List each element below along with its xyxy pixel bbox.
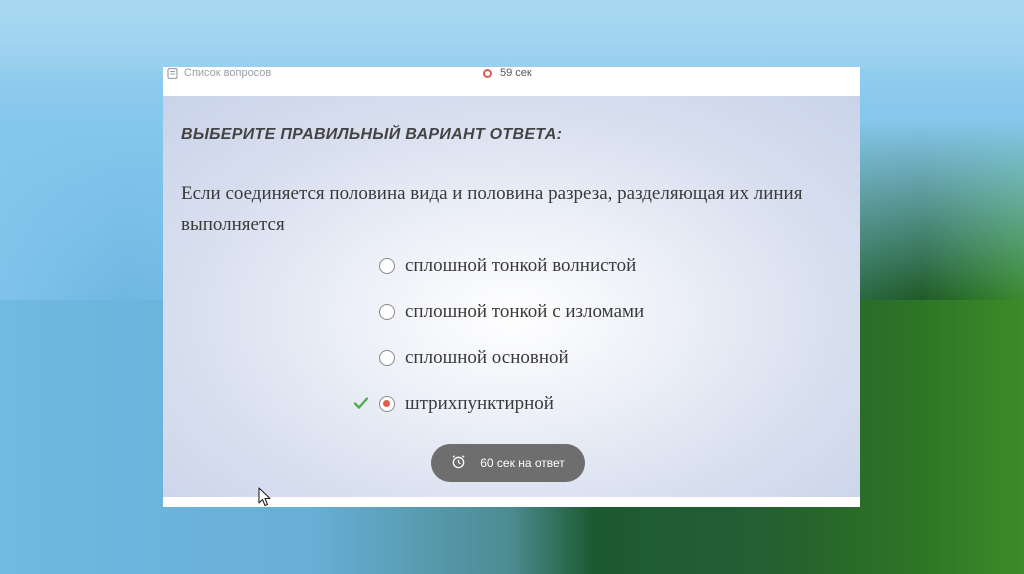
timer-ring-icon: [483, 68, 492, 78]
answer-option-label: сплошной тонкой волнистой: [405, 255, 637, 276]
quiz-heading: ВЫБЕРИТЕ ПРАВИЛЬНЫЙ ВАРИАНТ ОТВЕТА:: [181, 126, 563, 143]
quiz-topbar: Список вопросов 59 сек: [163, 67, 860, 96]
answer-option-label: штрихпунктирной: [405, 393, 554, 414]
answer-option-4[interactable]: штрихпунктирной: [353, 392, 554, 416]
question-timer: 59 сек: [483, 67, 532, 79]
answer-timer-label: 60 сек на ответ: [480, 456, 565, 470]
question-text: Если соединяется половина вида и половин…: [181, 183, 803, 235]
radio-button[interactable]: [379, 350, 395, 366]
mouse-cursor-icon: [258, 487, 272, 507]
list-icon: [167, 67, 178, 79]
answer-option-label: сплошной тонкой с изломами: [405, 301, 645, 322]
answer-timer-pill: 60 сек на ответ: [431, 444, 585, 482]
radio-button[interactable]: [379, 258, 395, 274]
answer-option-3[interactable]: сплошной основной: [379, 346, 569, 370]
slide-background-fade: [0, 0, 1024, 70]
quiz-card: ВЫБЕРИТЕ ПРАВИЛЬНЫЙ ВАРИАНТ ОТВЕТА: Если…: [163, 96, 860, 497]
answer-option-2[interactable]: сплошной тонкой с изломами: [379, 300, 644, 324]
answer-option-1[interactable]: сплошной тонкой волнистой: [379, 254, 636, 278]
quiz-screen: Список вопросов 59 сек ВЫБЕРИТЕ ПРАВИЛЬН…: [163, 67, 860, 507]
answer-option-label: сплошной основной: [405, 347, 569, 368]
alarm-clock-icon: [451, 454, 466, 472]
radio-button[interactable]: [379, 304, 395, 320]
question-timer-label: 59 сек: [500, 67, 532, 79]
questions-list-label: Список вопросов: [184, 67, 272, 79]
check-icon: [353, 395, 369, 411]
radio-button-selected[interactable]: [379, 396, 395, 412]
questions-list-link[interactable]: Список вопросов: [167, 67, 271, 79]
